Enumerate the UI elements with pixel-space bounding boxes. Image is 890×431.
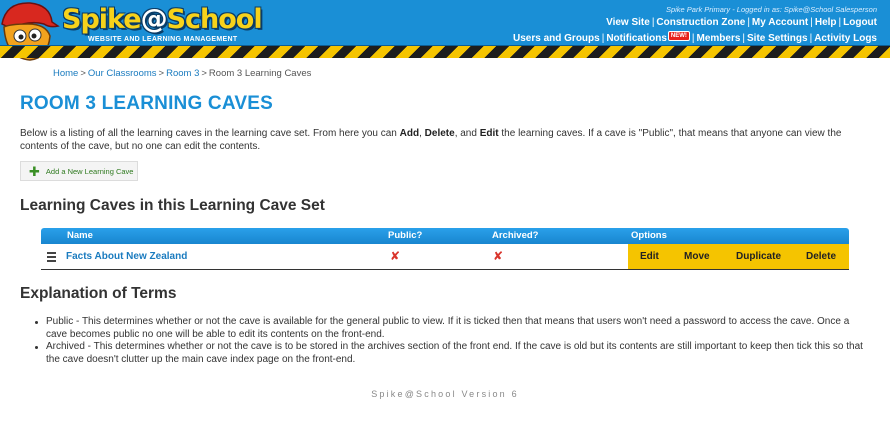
plus-icon: ✚ (29, 163, 40, 179)
cave-name-link[interactable]: Facts About New Zealand (66, 251, 187, 262)
col-header-options: Options (631, 230, 667, 241)
term-archived: Archived - This determines whether or no… (35, 341, 866, 366)
nav-members[interactable]: Members (697, 33, 741, 44)
nav-site-settings[interactable]: Site Settings (747, 33, 808, 44)
learning-caves-table: Name Public? Archived? Options Facts Abo… (41, 228, 849, 270)
explanation-title: Explanation of Terms (20, 285, 177, 302)
archived-x-icon[interactable]: ✘ (493, 250, 503, 262)
col-header-public: Public? (388, 230, 423, 241)
duplicate-button[interactable]: Duplicate (736, 251, 781, 262)
breadcrumb-room-3[interactable]: Room 3 (166, 68, 199, 79)
table-row: Facts About New Zealand ✘ ✘ Edit Move Du… (41, 244, 849, 270)
nav-my-account[interactable]: My Account (752, 17, 808, 28)
login-info: Spike Park Primary - Logged in as: Spike… (665, 5, 877, 14)
add-learning-cave-button[interactable]: ✚ Add a New Learning Cave (20, 161, 138, 181)
edit-button[interactable]: Edit (640, 251, 659, 262)
table-header: Name Public? Archived? Options (41, 228, 849, 244)
top-nav-primary: View Site | Construction Zone | My Account | H… (606, 17, 877, 28)
col-header-name: Name (67, 230, 93, 241)
nav-notifications[interactable]: Notifications NEW! (606, 31, 690, 44)
term-public: Public - This determines whether or not … (35, 316, 866, 341)
top-nav-secondary: Users and Groups | Notifications NEW! | Membe… (513, 31, 877, 44)
col-header-archived: Archived? (492, 230, 539, 241)
page-title: ROOM 3 LEARNING CAVES (20, 93, 273, 114)
delete-button[interactable]: Delete (806, 251, 836, 262)
public-x-icon[interactable]: ✘ (390, 250, 400, 262)
nav-view-site[interactable]: View Site (606, 17, 650, 28)
intro-text: Below is a listing of all the learning c… (20, 128, 842, 152)
breadcrumb-current: Room 3 Learning Caves (208, 68, 312, 79)
nav-users-and-groups[interactable]: Users and Groups (513, 33, 600, 44)
breadcrumb: Home > Our Classrooms > Room 3 > Room 3 Learni… (53, 68, 312, 79)
terms-list: Public - This determines whether or not … (35, 316, 866, 366)
row-options: Edit Move Duplicate Delete (628, 244, 849, 269)
hazard-stripe (0, 45, 890, 58)
footer-version: Spike@School Version 6 (371, 389, 519, 399)
brand-name: Spike@School (62, 4, 263, 35)
table-section-title: Learning Caves in this Learning Cave Set (20, 197, 325, 214)
add-button-label: Add a New Learning Cave (45, 166, 134, 176)
new-badge: NEW! (667, 31, 690, 41)
nav-activity-logs[interactable]: Activity Logs (814, 33, 877, 44)
breadcrumb-our-classrooms[interactable]: Our Classrooms (88, 68, 157, 79)
nav-logout[interactable]: Logout (843, 17, 877, 28)
nav-construction-zone[interactable]: Construction Zone (656, 17, 745, 28)
brand-tagline: WEBSITE AND LEARNING MANAGEMENT (88, 36, 238, 43)
move-button[interactable]: Move (684, 251, 710, 262)
nav-help[interactable]: Help (815, 17, 837, 28)
breadcrumb-home[interactable]: Home (53, 68, 78, 79)
drag-handle-icon[interactable] (47, 252, 56, 264)
